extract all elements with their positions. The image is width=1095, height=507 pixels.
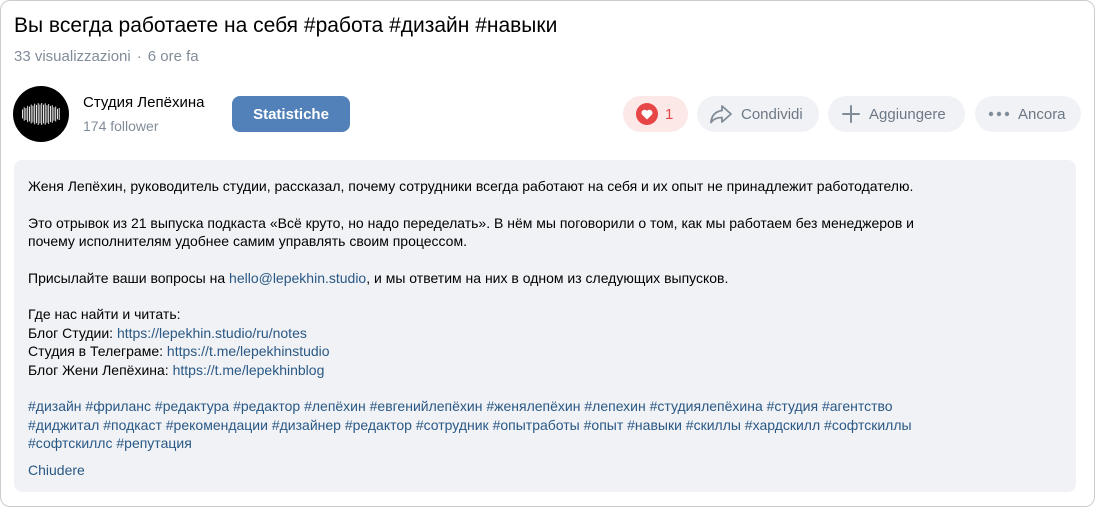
- add-button[interactable]: Aggiungere: [828, 96, 965, 132]
- more-dots-icon: [988, 111, 1010, 117]
- add-label: Aggiungere: [869, 105, 946, 123]
- waveform-logo-icon: [22, 103, 60, 125]
- zhenya-blog-link[interactable]: https://t.me/lepekhinblog: [173, 362, 325, 378]
- video-info-panel: Вы всегда работаете на себя #работа #диз…: [0, 0, 1095, 507]
- plus-icon: [841, 104, 861, 124]
- upload-time: 6 ore fa: [147, 48, 199, 65]
- like-button[interactable]: 1: [623, 96, 688, 132]
- find-us-heading: Где нас найти и читать:: [28, 306, 181, 322]
- telegram-line: Студия в Телеграме: https://t.me/lepekhi…: [28, 342, 1062, 361]
- questions-suffix: , и мы ответим на них в одном из следующ…: [366, 269, 729, 286]
- zhenya-blog-label: Блог Жени Лепёхина:: [28, 361, 173, 378]
- description-podcast-line-2: почему исполнителям удобнее самим управл…: [28, 233, 467, 249]
- video-title: Вы всегда работаете на себя #работа #диз…: [14, 14, 558, 37]
- hashtags-line-3[interactable]: #софтскиллс #репутация: [28, 434, 1062, 453]
- description-box: Женя Лепёхин, руководитель студии, расск…: [14, 160, 1076, 492]
- blog-label: Блог Студии:: [28, 324, 117, 341]
- zhenya-blog-line: Блог Жени Лепёхина: https://t.me/lepekhi…: [28, 361, 1062, 380]
- more-label: Ancora: [1018, 105, 1066, 123]
- hashtags-line-1[interactable]: #дизайн #фриланс #редактура #редактор #л…: [28, 397, 1062, 416]
- like-count: 1: [665, 105, 674, 123]
- description-questions: Присылайте ваши вопросы на hello@lepekhi…: [28, 269, 1062, 288]
- blog-line: Блог Студии: https://lepekhin.studio/ru/…: [28, 324, 1062, 343]
- email-link[interactable]: hello@lepekhin.studio: [229, 270, 366, 286]
- channel-avatar[interactable]: [13, 86, 69, 142]
- follower-count: 174 follower: [83, 118, 159, 134]
- telegram-link[interactable]: https://t.me/lepekhinstudio: [167, 343, 330, 359]
- more-button[interactable]: Ancora: [975, 96, 1081, 132]
- share-button[interactable]: Condividi: [697, 96, 819, 132]
- hashtags-line-2[interactable]: #диджитал #подкаст #рекомендации #дизайн…: [28, 416, 1062, 435]
- view-count: 33 visualizzazioni: [14, 48, 131, 65]
- blog-link[interactable]: https://lepekhin.studio/ru/notes: [117, 325, 307, 341]
- meta-separator: ·: [136, 48, 142, 65]
- video-meta: 33 visualizzazioni · 6 ore fa: [14, 48, 199, 65]
- share-arrow-icon: [709, 104, 733, 124]
- questions-prefix: Присылайте ваши вопросы на: [28, 269, 230, 286]
- description-intro: Женя Лепёхин, руководитель студии, расск…: [28, 178, 914, 194]
- telegram-label: Студия в Телеграме:: [28, 343, 167, 359]
- heart-icon: [636, 103, 658, 125]
- statistics-button[interactable]: Statistiche: [232, 96, 350, 132]
- description-podcast-line-1: Это отрывок из 21 выпуска подкаста «Всё …: [28, 214, 914, 231]
- share-label: Condividi: [741, 105, 803, 123]
- channel-name[interactable]: Студия Лепёхина: [83, 94, 204, 111]
- collapse-link[interactable]: Chiudere: [28, 461, 1062, 480]
